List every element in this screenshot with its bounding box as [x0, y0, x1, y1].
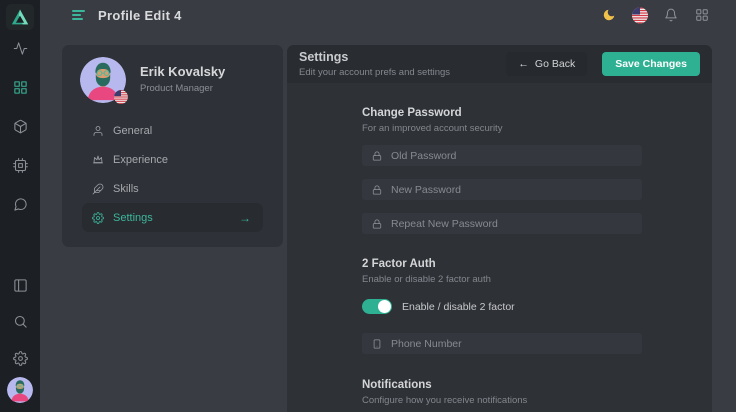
section-subtitle: Configure how you receive notifications [362, 395, 642, 406]
activity-icon[interactable] [12, 40, 28, 56]
menu-item-settings[interactable]: Settings → [82, 203, 263, 232]
dashboard-grid-icon[interactable] [12, 79, 28, 95]
menu-item-general[interactable]: General [82, 116, 263, 145]
back-arrow-icon: ← [518, 58, 529, 70]
package-box-icon[interactable] [12, 118, 28, 134]
crown-icon [92, 154, 104, 166]
toggle-label: Enable / disable 2 factor [402, 301, 515, 313]
section-title: Notifications [362, 379, 642, 391]
settings-form: Change Password For an improved account … [287, 83, 712, 406]
icon-rail [0, 0, 40, 412]
smartphone-icon [372, 339, 382, 349]
profile-header: Erik Kovalsky Product Manager [62, 45, 283, 103]
repeat-password-input[interactable] [391, 218, 632, 230]
settings-header: Settings Edit your account prefs and set… [287, 45, 712, 83]
profile-role: Product Manager [140, 83, 225, 94]
menu-toggle-icon[interactable] [72, 10, 86, 20]
section-notifications: Notifications Configure how you receive … [362, 379, 642, 406]
apps-grid-icon[interactable] [694, 7, 710, 23]
page-title: Profile Edit 4 [98, 8, 182, 23]
nationality-flag-icon [114, 90, 128, 104]
phone-number-input[interactable] [391, 338, 632, 350]
old-password-input[interactable] [391, 150, 632, 162]
gear-icon [92, 212, 104, 224]
sidebar-layout-icon[interactable] [12, 277, 28, 293]
settings-panel: Settings Edit your account prefs and set… [287, 45, 712, 412]
section-title: 2 Factor Auth [362, 258, 642, 270]
cpu-icon[interactable] [12, 157, 28, 173]
phone-number-field[interactable] [362, 333, 642, 354]
avatar-illustration [7, 377, 33, 403]
repeat-password-field[interactable] [362, 213, 642, 234]
toggle-knob [378, 300, 391, 313]
user-avatar[interactable] [7, 377, 33, 403]
chat-bubble-icon[interactable] [12, 196, 28, 212]
old-password-field[interactable] [362, 145, 642, 166]
notifications-bell-icon[interactable] [663, 7, 679, 23]
user-icon [92, 125, 104, 137]
lock-icon [372, 151, 382, 161]
topbar: Profile Edit 4 [40, 0, 736, 30]
menu-item-skills[interactable]: Skills [82, 174, 263, 203]
two-factor-toggle[interactable] [362, 299, 392, 314]
logo-triangle-icon [10, 8, 30, 26]
save-changes-button[interactable]: Save Changes [602, 52, 700, 76]
profile-avatar [80, 57, 126, 103]
menu-item-experience[interactable]: Experience [82, 145, 263, 174]
search-icon[interactable] [12, 313, 28, 329]
settings-subtitle: Edit your account prefs and settings [299, 67, 450, 78]
section-change-password: Change Password For an improved account … [362, 107, 642, 234]
new-password-field[interactable] [362, 179, 642, 200]
settings-title: Settings [299, 50, 450, 64]
forward-arrow-icon: → [239, 212, 251, 224]
section-two-factor: 2 Factor Auth Enable or disable 2 factor… [362, 258, 642, 354]
language-flag-icon[interactable] [632, 7, 648, 23]
section-subtitle: For an improved account security [362, 123, 642, 134]
profile-panel: Erik Kovalsky Product Manager General Ex… [62, 45, 283, 247]
dark-mode-moon-icon[interactable] [601, 7, 617, 23]
section-subtitle: Enable or disable 2 factor auth [362, 274, 642, 285]
section-title: Change Password [362, 107, 642, 119]
app-logo[interactable] [6, 4, 34, 30]
lock-icon [372, 219, 382, 229]
profile-name: Erik Kovalsky [140, 64, 225, 79]
lock-icon [372, 185, 382, 195]
profile-menu: General Experience Skills Settings → [82, 116, 263, 232]
new-password-input[interactable] [391, 184, 632, 196]
feather-icon [92, 183, 104, 195]
settings-gear-icon[interactable] [12, 350, 28, 366]
go-back-button[interactable]: ← Go Back [506, 52, 587, 76]
